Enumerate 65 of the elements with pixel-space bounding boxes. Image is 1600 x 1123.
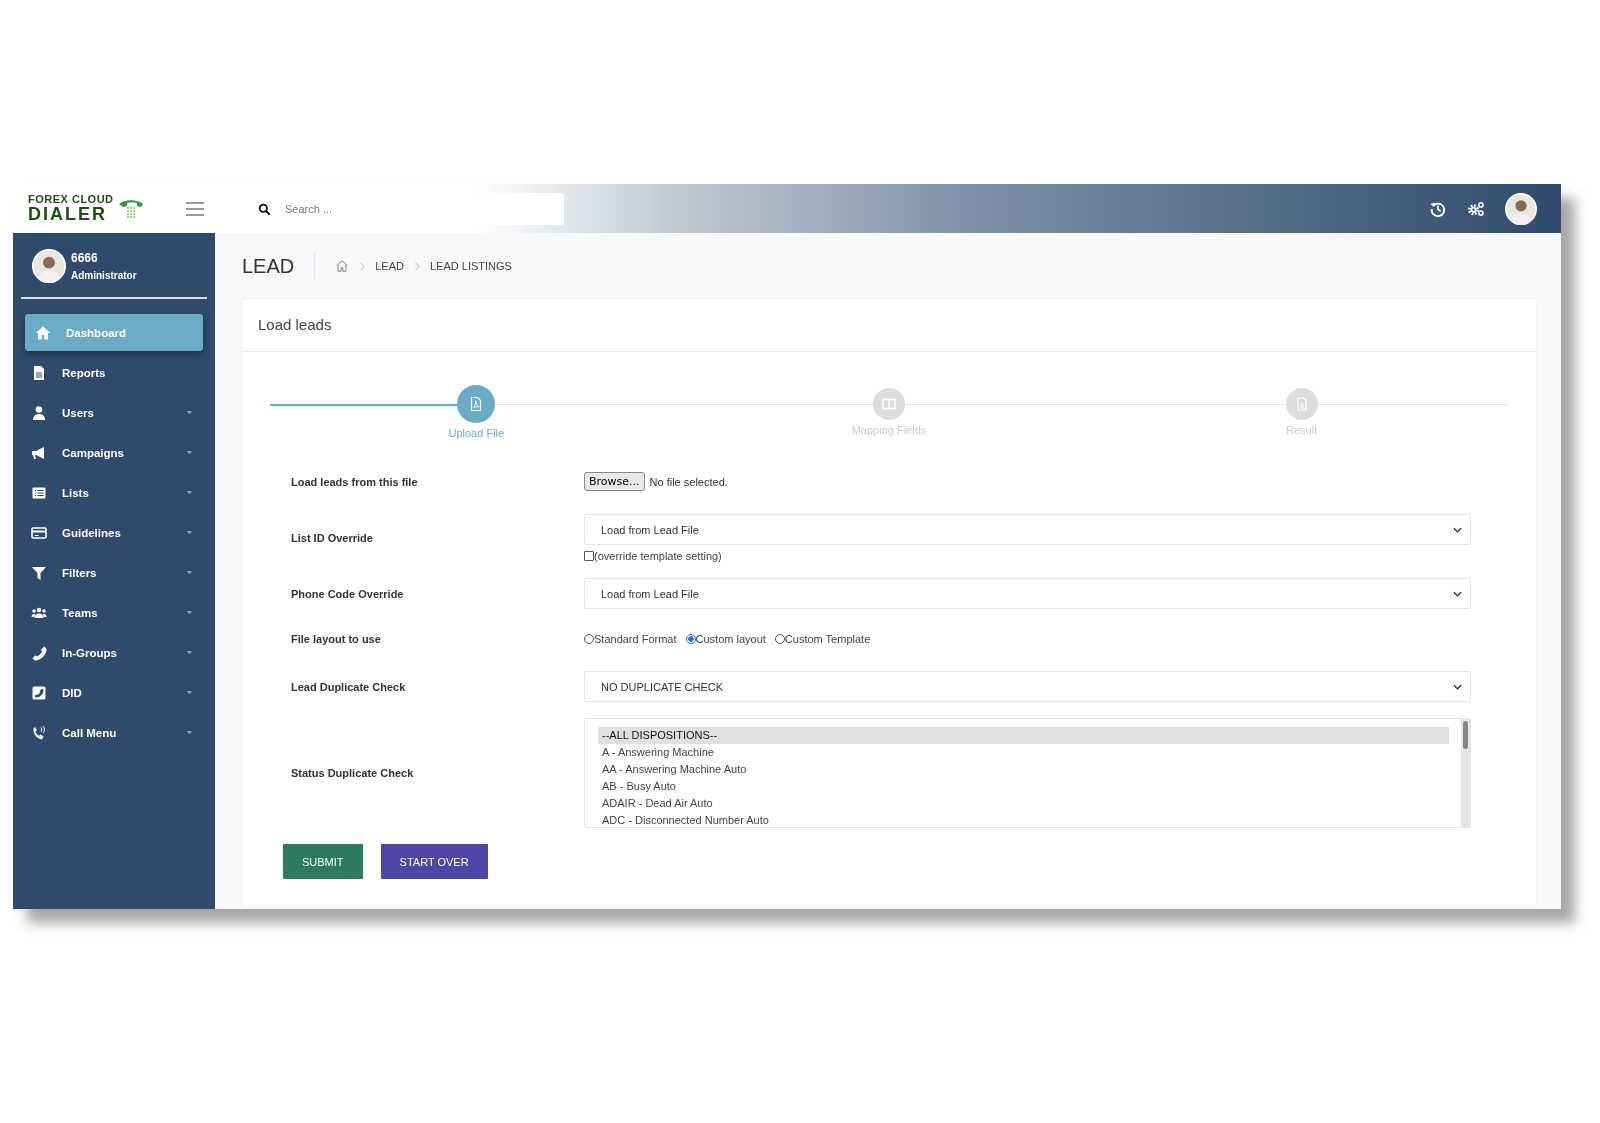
- radio-label: Custom Template: [784, 633, 871, 645]
- step-label: Upload File: [448, 427, 505, 439]
- scrollbar[interactable]: [1461, 719, 1470, 827]
- phone-square-icon: [31, 684, 47, 701]
- dropdown[interactable]: NO DUPLICATE CHECK: [584, 671, 1471, 702]
- browse-button[interactable]: Browse...: [584, 472, 645, 491]
- list-option[interactable]: AB - Busy Auto: [598, 778, 1449, 795]
- chevron-down-icon: [1453, 683, 1462, 690]
- checkbox-label: (override template setting): [594, 550, 722, 562]
- logo: FOREX CLOUD DIALER: [28, 194, 114, 223]
- sidebar-item[interactable]: Lists: [21, 474, 207, 511]
- file-status: No file selected.: [649, 475, 728, 488]
- radio-button[interactable]: [685, 634, 696, 644]
- field-label: Lead Duplicate Check: [291, 680, 407, 693]
- sidebar-item[interactable]: In-Groups: [21, 634, 207, 671]
- menu-icon[interactable]: [185, 201, 204, 216]
- field-label: List ID Override: [291, 532, 374, 544]
- sidebar-item[interactable]: Filters: [21, 554, 207, 591]
- phone-ringing-icon: [31, 724, 47, 741]
- dropdown[interactable]: Load from Lead File: [584, 578, 1471, 609]
- list-option[interactable]: ADC - Disconnected Number Auto: [598, 812, 1449, 827]
- list-box[interactable]: --ALL DISPOSITIONS-- A - Answering Machine AA - Answering Machine Auto AB - Busy Auto ADAIR - Dead Air Auto ADC - Disconnected Number Auto: [584, 718, 1471, 828]
- megaphone-icon: [31, 444, 47, 461]
- start-over-button[interactable]: START OVER: [380, 844, 488, 879]
- field-label: Status Duplicate Check: [291, 767, 415, 779]
- chevron-down-icon: [1453, 526, 1462, 533]
- list-option[interactable]: A - Answering Machine: [598, 744, 1449, 761]
- home-icon: [35, 324, 51, 341]
- field-label: File layout to use: [291, 633, 382, 645]
- list-option[interactable]: AA - Answering Machine Auto: [598, 761, 1449, 778]
- columns-icon: [881, 396, 897, 412]
- filter-icon: [31, 564, 47, 581]
- dropdown[interactable]: Load from Lead File: [584, 514, 1471, 545]
- sidebar-item[interactable]: Users: [21, 394, 207, 431]
- user-role: Administrator: [71, 270, 137, 281]
- list-option[interactable]: --ALL DISPOSITIONS--: [598, 727, 1449, 744]
- card-title: Load leads: [242, 299, 1536, 352]
- submit-button[interactable]: SUBMIT: [283, 844, 363, 879]
- radio-label: Custom layout: [695, 633, 766, 645]
- user-name: 6666: [71, 251, 99, 265]
- sidebar-item[interactable]: Reports: [21, 354, 207, 391]
- chevron-down-icon: [1453, 590, 1462, 597]
- breadcrumb-link[interactable]: LEAD LISTINGS: [430, 260, 512, 272]
- chevron-icon: [414, 261, 420, 271]
- avatar-icon: [32, 249, 66, 283]
- sidebar-item[interactable]: Guidelines: [21, 514, 207, 551]
- field-label: Phone Code Override: [291, 587, 405, 600]
- checkbox[interactable]: [584, 551, 594, 561]
- card-icon: [31, 524, 47, 541]
- search-icon: [258, 202, 271, 216]
- chevron-icon: [359, 261, 366, 271]
- person-icon: [31, 404, 47, 421]
- sidebar-item[interactable]: DID: [21, 674, 207, 711]
- sidebar-item[interactable]: Campaigns: [21, 434, 207, 471]
- avatar-icon: [1505, 192, 1537, 225]
- page-title: LEAD: [242, 251, 316, 281]
- breadcrumb-link[interactable]: LEAD: [375, 260, 404, 272]
- document-icon: [31, 364, 47, 381]
- phone-icon: [31, 644, 47, 661]
- field-label: Load leads from this file: [291, 475, 419, 488]
- sidebar-item[interactable]: Teams: [21, 594, 207, 631]
- settings-icon[interactable]: [1467, 199, 1485, 218]
- list-option[interactable]: ADAIR - Dead Air Auto: [598, 795, 1449, 812]
- sidebar-item[interactable]: Call Menu: [21, 714, 207, 751]
- radio-label: Standard Format: [594, 633, 677, 645]
